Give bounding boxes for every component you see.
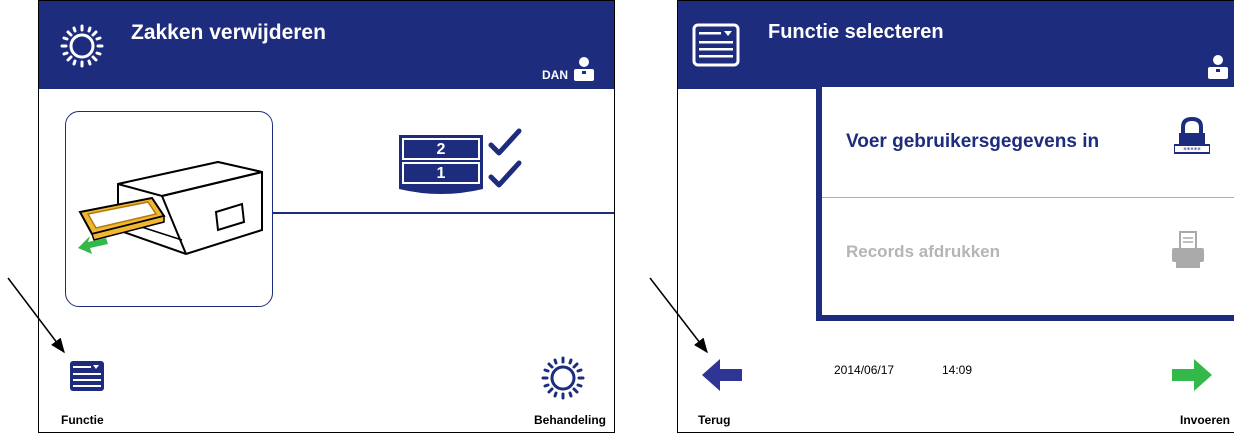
function-menu-icon[interactable] bbox=[69, 358, 105, 394]
bag-slot-1: 1 bbox=[436, 165, 446, 182]
time-display: 14:09 bbox=[942, 363, 973, 377]
date-display: 2014/06/17 bbox=[834, 363, 895, 377]
treatment-button-label[interactable]: Behandeling bbox=[534, 413, 606, 427]
drawer-illustration bbox=[65, 111, 273, 307]
svg-text:*****: ***** bbox=[1183, 146, 1201, 154]
back-arrow-icon[interactable] bbox=[700, 357, 744, 393]
user-icon bbox=[574, 57, 594, 81]
menu-item-label: Records afdrukken bbox=[846, 242, 1000, 261]
printer-icon bbox=[1172, 231, 1204, 268]
sun-icon bbox=[60, 24, 104, 68]
forward-arrow-icon[interactable] bbox=[1170, 357, 1214, 393]
screen-title: Zakken verwijderen bbox=[131, 21, 326, 44]
cycler-drawer-image bbox=[78, 160, 263, 256]
bag-tray: 2 1 bbox=[397, 131, 485, 197]
treatment-screen: Zakken verwijderen DAN 2 1 Functie Behan… bbox=[38, 0, 615, 433]
header-bar: Zakken verwijderen DAN bbox=[39, 1, 614, 89]
function-button-label[interactable]: Functie bbox=[61, 413, 104, 427]
connector-line bbox=[273, 212, 614, 214]
sun-icon[interactable] bbox=[540, 355, 586, 401]
check-icon bbox=[488, 160, 522, 188]
menu-item-enter-user-data[interactable]: Voer gebruikersgegevens in ***** bbox=[822, 87, 1234, 197]
menu-item-label: Voer gebruikersgegevens in bbox=[846, 131, 1100, 152]
user-name: DAN bbox=[542, 68, 568, 82]
check-icon bbox=[488, 128, 522, 156]
header-bar: Functie selecteren bbox=[678, 1, 1234, 89]
function-menu-panel: Voer gebruikersgegevens in ***** Records… bbox=[816, 87, 1234, 321]
function-select-screen: Functie selecteren Voer gebruikersgegeve… bbox=[677, 0, 1234, 433]
user-icon bbox=[1208, 55, 1228, 79]
bag-slot-2: 2 bbox=[436, 141, 446, 158]
screen-title: Functie selecteren bbox=[768, 21, 944, 43]
function-menu-icon bbox=[692, 23, 740, 67]
menu-item-print-records[interactable]: Records afdrukken bbox=[822, 198, 1234, 308]
enter-button-label[interactable]: Invoeren bbox=[1180, 413, 1230, 427]
lock-icon: ***** bbox=[1174, 117, 1210, 154]
back-button-label[interactable]: Terug bbox=[698, 413, 730, 427]
